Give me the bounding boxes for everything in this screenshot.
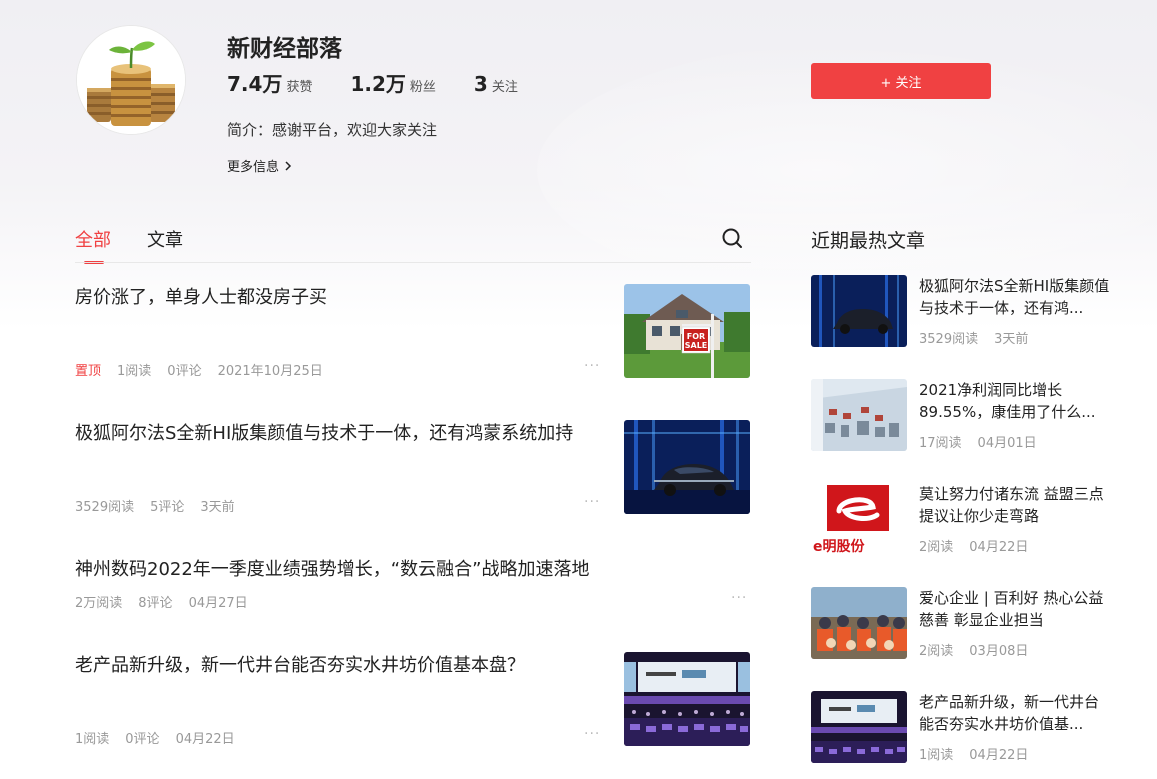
- sidebar-article[interactable]: 极狐阿尔法S全新HI版集颜值与技术于一体，还有鸿... 3529阅读 3天前: [811, 275, 1111, 347]
- read-count: 3529阅读: [75, 500, 135, 515]
- publish-date: 04月22日: [969, 540, 1029, 555]
- comment-count: 8评论: [138, 596, 173, 611]
- profile-stats: 7.4万 获赞 1.2万 粉丝 3 关注: [227, 68, 556, 97]
- sidebar-title: 近期最热文章: [811, 230, 926, 252]
- launch-event-stage-image: [624, 652, 750, 746]
- feed-item-thumbnail[interactable]: [624, 420, 750, 514]
- read-count: 2阅读: [919, 644, 954, 659]
- city-aerial-image: [811, 379, 907, 451]
- read-count: 1阅读: [75, 732, 110, 747]
- sidebar-article-title[interactable]: 莫让努力付诸东流 益盟三点提议让你少走弯路: [919, 483, 1111, 527]
- pinned-badge: 置顶: [75, 364, 102, 379]
- sidebar-article-meta: 17阅读 04月01日: [919, 432, 1053, 451]
- publish-date: 03月08日: [969, 644, 1029, 659]
- sidebar-article[interactable]: 爱心企业 | 百利好 热心公益慈善 彰显企业担当 2阅读 03月08日: [811, 587, 1111, 659]
- charity-event-image: [811, 587, 907, 659]
- more-info-label: 更多信息: [227, 160, 280, 175]
- publish-date: 04月27日: [188, 596, 248, 611]
- read-count: 17阅读: [919, 436, 962, 451]
- stat-likes: 7.4万 获赞: [227, 68, 312, 97]
- sidebar-article-thumbnail[interactable]: [811, 691, 907, 763]
- feed-item-meta: 置顶 1阅读 0评论 2021年10月25日: [75, 360, 339, 379]
- sidebar-article-thumbnail[interactable]: [811, 379, 907, 451]
- publish-date: 04月22日: [175, 732, 235, 747]
- logo-partial-text: e明股份: [813, 538, 865, 555]
- comment-count: 0评论: [125, 732, 160, 747]
- feed-item-thumbnail[interactable]: [624, 652, 750, 746]
- search-icon: [722, 228, 742, 248]
- stat-fans[interactable]: 1.2万 粉丝: [350, 68, 435, 97]
- tab-articles[interactable]: 文章: [147, 226, 183, 252]
- publish-date: 3天前: [994, 332, 1029, 347]
- stat-following-value: 3: [473, 72, 488, 96]
- feed-item-title[interactable]: 极狐阿尔法S全新HI版集颜值与技术于一体，还有鸿蒙系统加持: [75, 420, 605, 448]
- chevron-right-icon: [285, 160, 292, 171]
- profile-bio: 简介：感谢平台，欢迎大家关注: [227, 121, 438, 139]
- search-button[interactable]: [720, 226, 744, 250]
- sidebar-article-thumbnail[interactable]: [811, 275, 907, 347]
- more-dots-icon[interactable]: ···: [584, 726, 600, 742]
- stat-fans-value: 1.2万: [350, 72, 406, 96]
- stat-following[interactable]: 3 关注: [474, 72, 518, 96]
- feed-item-meta: 2万阅读 8评论 04月27日: [75, 592, 264, 611]
- publish-date: 2021年10月25日: [217, 364, 323, 379]
- sidebar-article-thumbnail[interactable]: e明股份: [811, 483, 907, 555]
- sidebar-article-title[interactable]: 老产品新升级，新一代井台能否夯实水井坊价值基...: [919, 691, 1111, 735]
- feed-item[interactable]: 老产品新升级，新一代井台能否夯实水井坊价值基本盘？ 1阅读 0评论 04月22日…: [75, 652, 751, 747]
- stat-likes-label: 获赞: [286, 80, 313, 95]
- car-showroom-image: [811, 275, 907, 347]
- sidebar-article[interactable]: 2021净利润同比增长89.55%，康佳用了什么... 17阅读 04月01日: [811, 379, 1111, 451]
- sidebar-article-meta: 1阅读 04月22日: [919, 744, 1044, 763]
- sidebar-article-meta: 3529阅读 3天前: [919, 328, 1044, 347]
- emoney-logo-image: e明股份: [811, 483, 907, 555]
- sidebar-article[interactable]: e明股份 莫让努力付诸东流 益盟三点提议让你少走弯路 2阅读 04月22日: [811, 483, 1111, 555]
- sidebar-article-meta: 2阅读 03月08日: [919, 640, 1044, 659]
- read-count: 1阅读: [919, 748, 954, 763]
- comment-count: 5评论: [150, 500, 185, 515]
- sidebar-article-title[interactable]: 2021净利润同比增长89.55%，康佳用了什么...: [919, 379, 1111, 423]
- stat-following-label: 关注: [491, 80, 518, 95]
- sidebar-article[interactable]: 老产品新升级，新一代井台能否夯实水井坊价值基... 1阅读 04月22日: [811, 691, 1111, 763]
- sale-sign-line2: SALE: [685, 341, 708, 350]
- comment-count: 0评论: [167, 364, 202, 379]
- feed-item-thumbnail[interactable]: FOR SALE: [624, 284, 750, 378]
- content-tabs: 全部 文章: [75, 226, 219, 264]
- tab-all[interactable]: 全部: [75, 226, 111, 264]
- car-showroom-image: [624, 420, 750, 514]
- sidebar-article-title[interactable]: 爱心企业 | 百利好 热心公益慈善 彰显企业担当: [919, 587, 1111, 631]
- launch-event-stage-image: [811, 691, 907, 763]
- more-dots-icon[interactable]: ···: [584, 494, 600, 510]
- feed-item-meta: 3529阅读 5评论 3天前: [75, 496, 251, 515]
- publish-date: 04月22日: [969, 748, 1029, 763]
- sidebar-article-title[interactable]: 极狐阿尔法S全新HI版集颜值与技术于一体，还有鸿...: [919, 275, 1111, 319]
- sidebar-article-meta: 2阅读 04月22日: [919, 536, 1044, 555]
- more-info-link[interactable]: 更多信息: [227, 156, 294, 175]
- avatar[interactable]: [76, 25, 186, 135]
- profile-name: 新财经部落: [227, 36, 342, 62]
- coins-sprout-image: [77, 26, 185, 134]
- sidebar-article-thumbnail[interactable]: [811, 587, 907, 659]
- feed-item-meta: 1阅读 0评论 04月22日: [75, 728, 251, 747]
- feed-item[interactable]: 极狐阿尔法S全新HI版集颜值与技术于一体，还有鸿蒙系统加持 3529阅读 5评论…: [75, 420, 751, 515]
- read-count: 2万阅读: [75, 596, 123, 611]
- stat-likes-value: 7.4万: [227, 72, 283, 96]
- publish-date: 04月01日: [977, 436, 1037, 451]
- more-dots-icon[interactable]: ···: [584, 358, 600, 374]
- read-count: 1阅读: [117, 364, 152, 379]
- house-for-sale-image: FOR SALE: [624, 284, 750, 378]
- more-dots-icon[interactable]: ···: [731, 590, 747, 606]
- stat-fans-label: 粉丝: [409, 80, 436, 95]
- read-count: 2阅读: [919, 540, 954, 555]
- feed-item[interactable]: 房价涨了，单身人士都没房子买 置顶 1阅读 0评论 2021年10月25日 ··…: [75, 284, 751, 379]
- feed-item[interactable]: 神州数码2022年一季度业绩强势增长，“数云融合”战略加速落地 2万阅读 8评论…: [75, 556, 751, 612]
- sale-sign-line1: FOR: [687, 332, 705, 341]
- publish-date: 3天前: [200, 500, 235, 515]
- feed-item-title[interactable]: 神州数码2022年一季度业绩强势增长，“数云融合”战略加速落地: [75, 556, 751, 584]
- read-count: 3529阅读: [919, 332, 979, 347]
- tabs-divider: [75, 262, 751, 263]
- follow-button[interactable]: + 关注: [811, 63, 991, 99]
